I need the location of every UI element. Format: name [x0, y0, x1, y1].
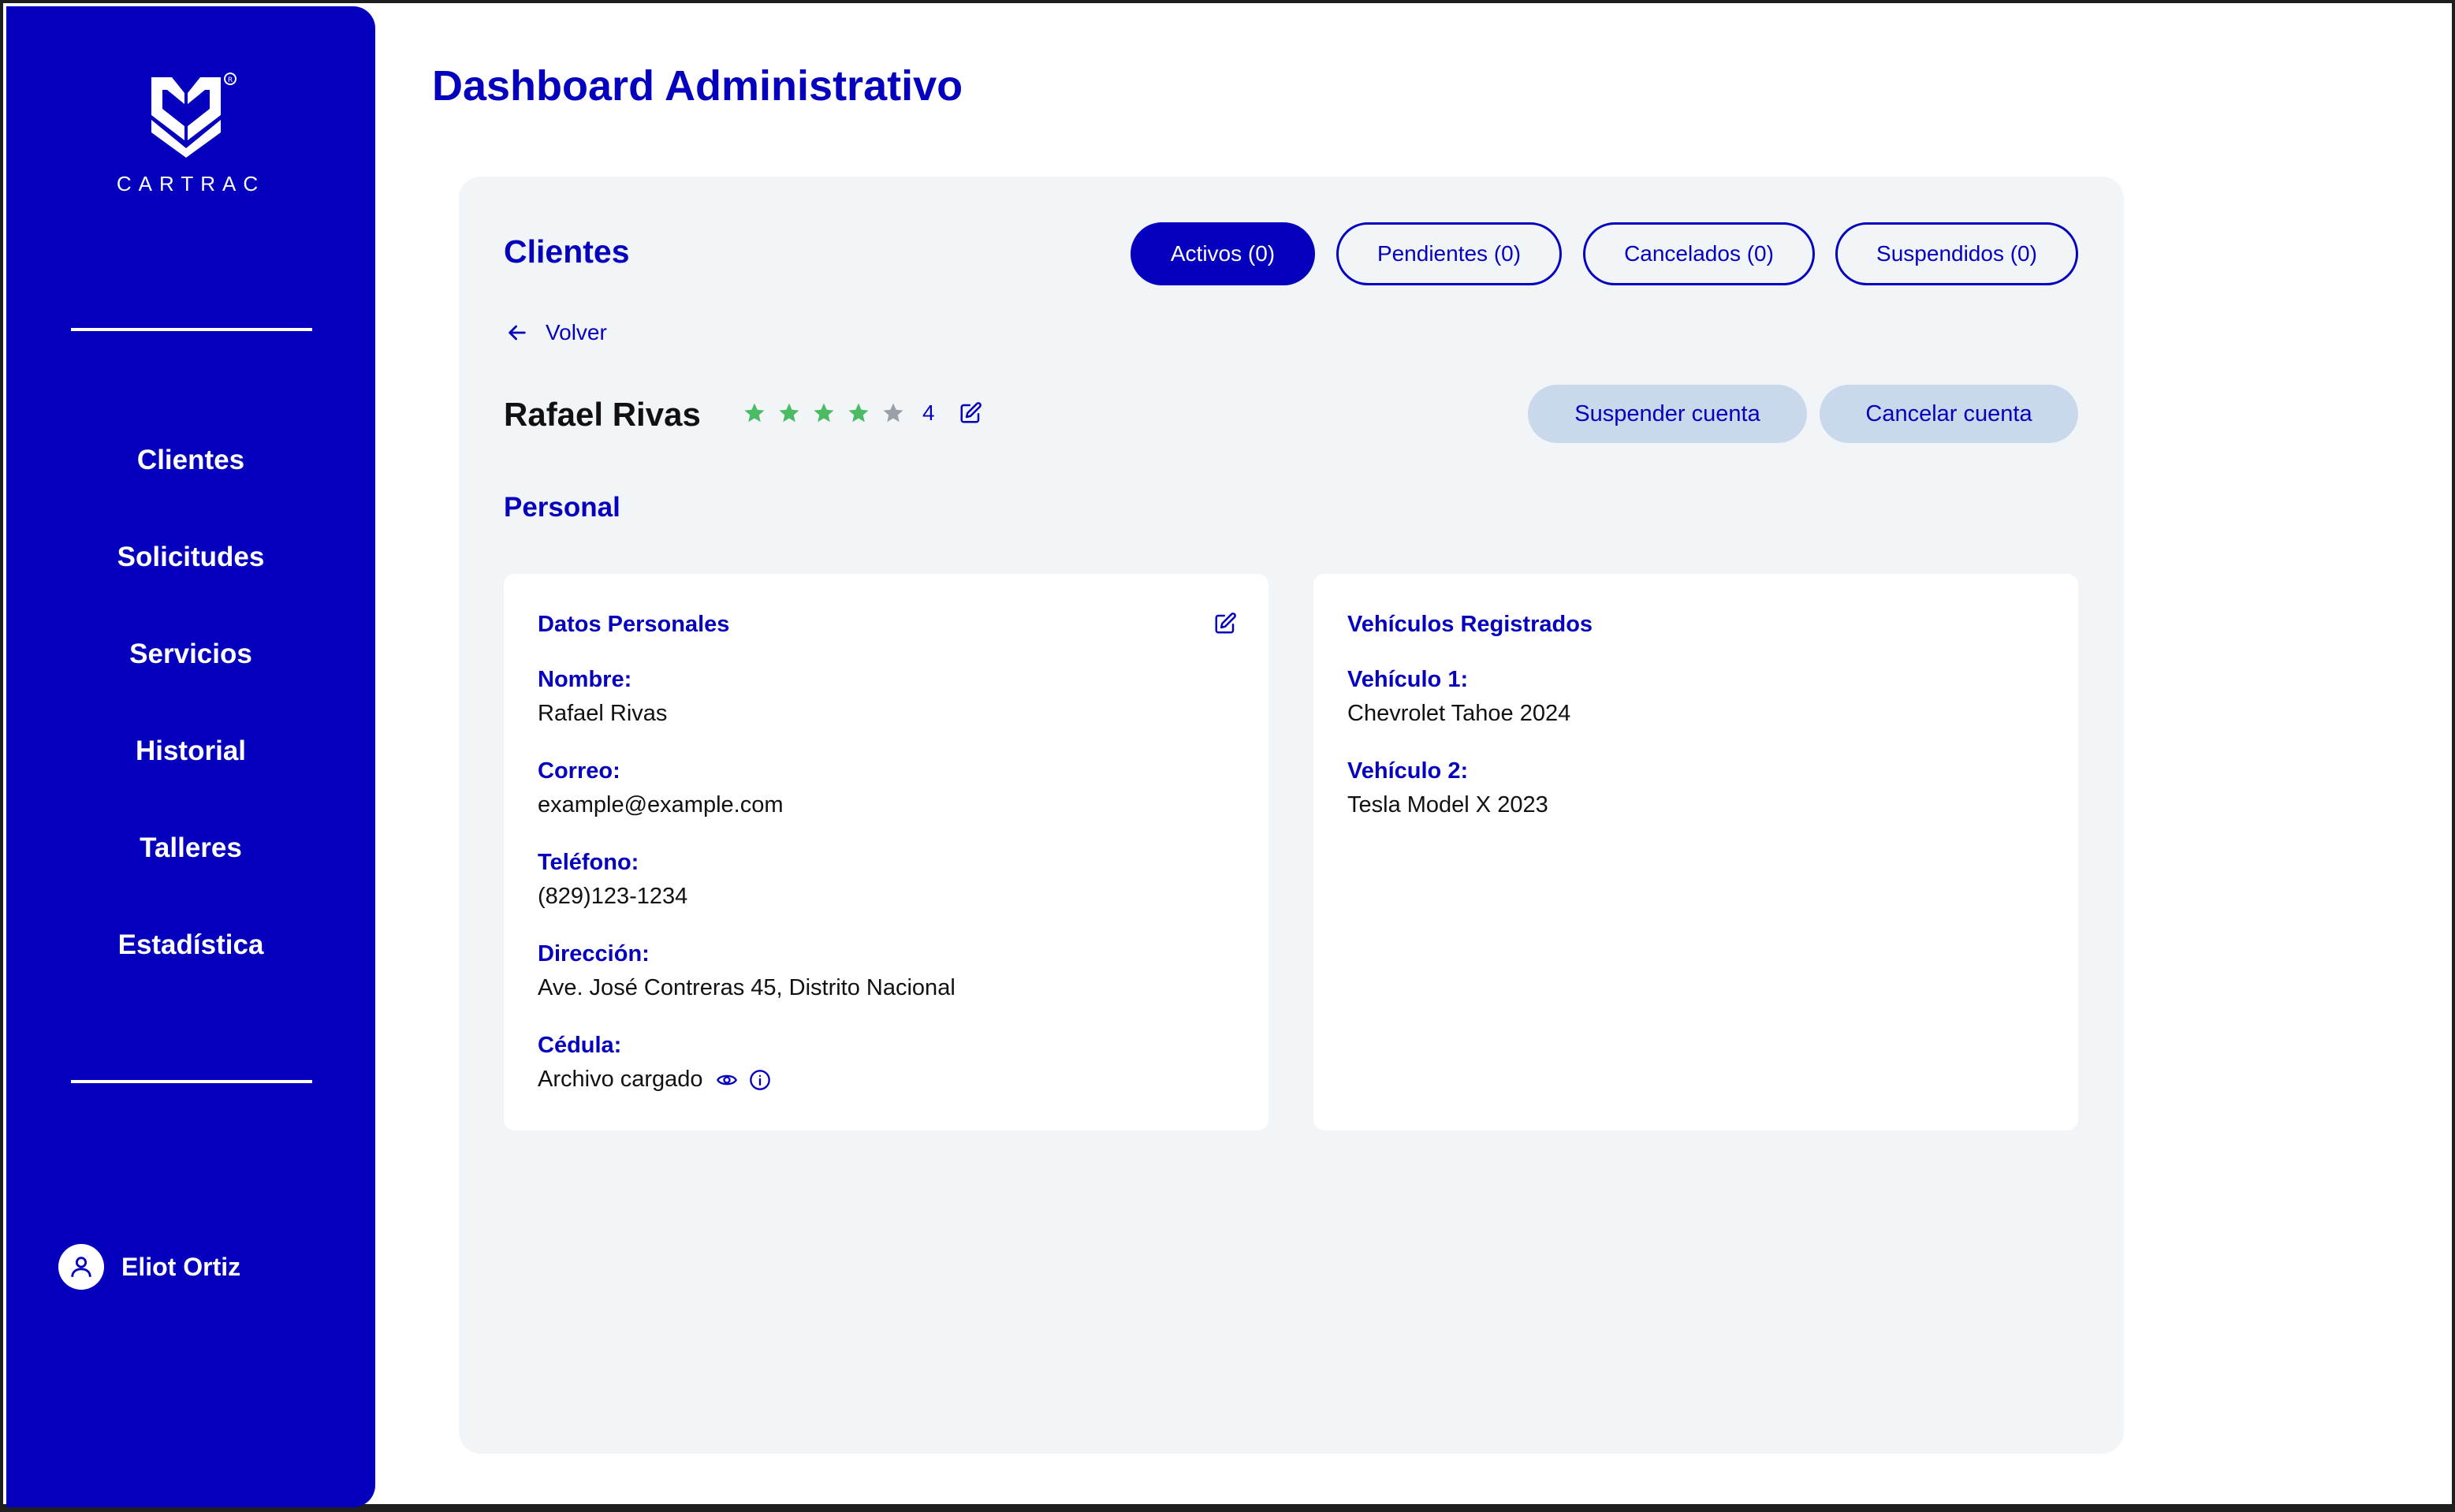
filter-suspendidos[interactable]: Suspendidos (0) — [1835, 222, 2078, 285]
svg-text:R: R — [228, 76, 233, 84]
sidebar-item-clientes[interactable]: Clientes — [6, 412, 375, 508]
edit-rating-icon[interactable] — [959, 401, 982, 425]
star-icon[interactable] — [777, 399, 812, 427]
sidebar-divider-top — [71, 328, 312, 331]
star-icon[interactable] — [812, 399, 847, 427]
field-label: Teléfono: — [538, 850, 639, 875]
eye-icon[interactable] — [716, 1069, 738, 1091]
section-title: Clientes — [504, 233, 630, 270]
cartrac-logo-icon: R — [151, 73, 237, 158]
field-vehiculo-1: Vehículo 1: Chevrolet Tahoe 2024 — [1347, 667, 1570, 727]
personal-data-card: Datos Personales Nombre: Rafael Rivas Co… — [504, 574, 1268, 1130]
field-value: example@example.com — [538, 792, 784, 817]
back-label: Volver — [546, 320, 607, 344]
suspend-account-button[interactable]: Suspender cuenta — [1528, 385, 1807, 443]
filter-activos[interactable]: Activos (0) — [1131, 222, 1315, 285]
sidebar-item-talleres[interactable]: Talleres — [6, 799, 375, 896]
client-rating: 4 — [743, 399, 982, 427]
filter-pendientes[interactable]: Pendientes (0) — [1336, 222, 1562, 285]
sidebar-item-servicios[interactable]: Servicios — [6, 605, 375, 702]
user-avatar-icon — [58, 1244, 104, 1290]
field-value: Rafael Rivas — [538, 701, 668, 726]
star-icon[interactable] — [847, 399, 881, 427]
star-icon[interactable] — [743, 399, 777, 427]
user-name: Eliot Ortiz — [121, 1252, 241, 1281]
arrow-left-icon — [509, 325, 526, 341]
field-label: Cédula: — [538, 1033, 622, 1058]
field-value: Ave. José Contreras 45, Distrito Naciona… — [538, 975, 956, 1000]
sidebar-item-solicitudes[interactable]: Solicitudes — [6, 508, 375, 605]
cedula-status: Archivo cargado — [538, 1067, 703, 1092]
filter-cancelados[interactable]: Cancelados (0) — [1583, 222, 1815, 285]
client-name: Rafael Rivas — [504, 396, 701, 433]
field-telefono: Teléfono: (829)123-1234 — [538, 850, 687, 910]
field-label: Nombre: — [538, 667, 632, 692]
field-value: Chevrolet Tahoe 2024 — [1347, 701, 1571, 726]
cancel-account-button[interactable]: Cancelar cuenta — [1820, 385, 2078, 443]
field-direccion: Dirección: Ave. José Contreras 45, Distr… — [538, 941, 956, 1001]
edit-personal-icon[interactable] — [1213, 612, 1237, 639]
field-value: (829)123-1234 — [538, 884, 688, 909]
brand-logo[interactable]: R CARTRAC — [6, 69, 375, 196]
field-cedula: Cédula: Archivo cargado — [538, 1033, 771, 1093]
sidebar-divider-bottom — [71, 1080, 312, 1083]
field-nombre: Nombre: Rafael Rivas — [538, 667, 667, 727]
field-label: Vehículo 1: — [1347, 667, 1469, 692]
field-value: Archivo cargado — [538, 1067, 771, 1093]
page-title: Dashboard Administrativo — [432, 62, 963, 110]
vehicles-card: Vehículos Registrados Vehículo 1: Chevro… — [1313, 574, 2078, 1130]
user-profile[interactable]: Eliot Ortiz — [58, 1244, 240, 1290]
field-label: Dirección: — [538, 941, 650, 966]
rating-value: 4 — [922, 400, 935, 425]
field-value: Tesla Model X 2023 — [1347, 792, 1548, 817]
field-label: Correo: — [538, 758, 620, 784]
field-vehiculo-2: Vehículo 2: Tesla Model X 2023 — [1347, 758, 1548, 818]
sidebar-item-historial[interactable]: Historial — [6, 702, 375, 799]
app-window: R CARTRAC Clientes Solicitudes Servicios… — [0, 0, 2455, 1512]
field-correo: Correo: example@example.com — [538, 758, 784, 818]
card-title-personal: Datos Personales — [538, 612, 730, 637]
logo-text: CARTRAC — [116, 172, 266, 196]
star-empty-icon[interactable] — [881, 399, 916, 427]
personal-section-title: Personal — [504, 492, 620, 523]
info-icon[interactable] — [749, 1069, 771, 1091]
card-title-vehicles: Vehículos Registrados — [1347, 612, 1593, 637]
sidebar-item-estadistica[interactable]: Estadística — [6, 896, 375, 993]
clients-panel: Clientes Activos (0) Pendientes (0) Canc… — [459, 177, 2124, 1454]
sidebar-nav: Clientes Solicitudes Servicios Historial… — [6, 412, 375, 993]
field-label: Vehículo 2: — [1347, 758, 1469, 784]
sidebar: R CARTRAC Clientes Solicitudes Servicios… — [6, 6, 375, 1507]
back-link[interactable]: Volver — [505, 320, 607, 345]
